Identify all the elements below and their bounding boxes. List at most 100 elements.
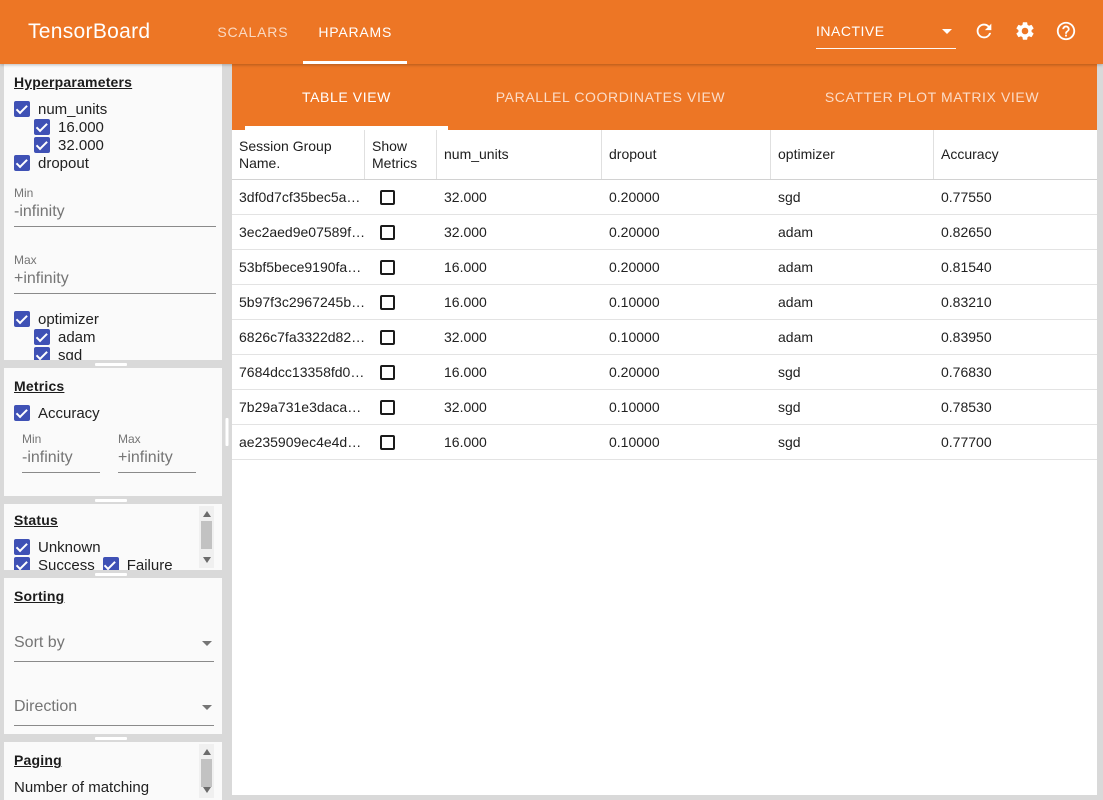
session-group-name-cell: 3df0d7cf35bec5a… bbox=[232, 189, 365, 205]
num-units-cell: 16.000 bbox=[437, 434, 602, 450]
checked-checkbox-icon[interactable] bbox=[14, 557, 30, 570]
sort-by-select[interactable]: Sort by bbox=[14, 634, 214, 662]
hparam-num-units-value-16[interactable]: 16.000 bbox=[30, 118, 214, 136]
direction-select[interactable]: Direction bbox=[14, 698, 214, 726]
num-units-cell: 16.000 bbox=[437, 294, 602, 310]
divider-drag-handle[interactable] bbox=[95, 737, 127, 740]
dropout-cell: 0.10000 bbox=[602, 399, 771, 415]
metric-accuracy[interactable]: Accuracy bbox=[10, 404, 214, 422]
checked-checkbox-icon[interactable] bbox=[34, 119, 50, 135]
status-failure[interactable]: Failure bbox=[99, 556, 173, 570]
table-row: 5b97f3c2967245b… 16.000 0.10000 adam 0.8… bbox=[232, 285, 1097, 320]
splitter-drag-handle[interactable] bbox=[226, 418, 229, 446]
checked-checkbox-icon[interactable] bbox=[34, 137, 50, 153]
settings-gear-icon[interactable] bbox=[1014, 20, 1038, 44]
show-metrics-checkbox[interactable] bbox=[380, 225, 395, 240]
divider-drag-handle[interactable] bbox=[95, 499, 127, 502]
chevron-down-icon bbox=[202, 641, 212, 646]
checked-checkbox-icon[interactable] bbox=[14, 155, 30, 171]
help-icon[interactable] bbox=[1055, 20, 1079, 44]
show-metrics-cell bbox=[365, 295, 437, 310]
hparam-value-label: sgd bbox=[58, 347, 82, 361]
tab-parallel-coordinates-view[interactable]: PARALLEL COORDINATES VIEW bbox=[448, 64, 773, 130]
status-unknown[interactable]: Unknown bbox=[10, 538, 101, 556]
show-metrics-checkbox[interactable] bbox=[380, 435, 395, 450]
pane-divider bbox=[0, 496, 222, 504]
status-label: Failure bbox=[127, 557, 173, 571]
status-heading: Status bbox=[14, 512, 214, 528]
hparam-num-units-value-32[interactable]: 32.000 bbox=[30, 136, 214, 154]
scroll-down-icon[interactable] bbox=[203, 557, 211, 563]
tab-hparams[interactable]: HPARAMS bbox=[303, 0, 407, 64]
hyperparameters-pane: Hyperparameters num_units 16.000 32.000 … bbox=[4, 64, 222, 360]
column-header-show-metrics: Show Metrics bbox=[365, 130, 437, 179]
show-metrics-cell bbox=[365, 435, 437, 450]
tab-scalars[interactable]: SCALARS bbox=[202, 0, 303, 64]
show-metrics-checkbox[interactable] bbox=[380, 295, 395, 310]
dropout-max-field: Max +infinity bbox=[14, 253, 216, 294]
checked-checkbox-icon[interactable] bbox=[14, 539, 30, 555]
show-metrics-checkbox[interactable] bbox=[380, 330, 395, 345]
status-options: Unknown Success Failure Running bbox=[10, 538, 186, 570]
refresh-icon[interactable] bbox=[973, 20, 997, 44]
tab-scatter-plot-matrix-view[interactable]: SCATTER PLOT MATRIX VIEW bbox=[773, 64, 1091, 130]
table-row: 7b29a731e3daca… 32.000 0.10000 sgd 0.785… bbox=[232, 390, 1097, 425]
reload-status-select[interactable]: INACTIVE bbox=[816, 23, 956, 49]
column-header-session-group-name: Session Group Name. bbox=[232, 130, 365, 179]
show-metrics-checkbox[interactable] bbox=[380, 400, 395, 415]
status-success[interactable]: Success bbox=[10, 556, 95, 570]
accuracy-cell: 0.77700 bbox=[934, 434, 1097, 450]
content-area: Hyperparameters num_units 16.000 32.000 … bbox=[0, 64, 1103, 800]
metric-label: Accuracy bbox=[38, 405, 100, 422]
show-metrics-checkbox[interactable] bbox=[380, 190, 395, 205]
table-row: 6826c7fa3322d82… 32.000 0.10000 adam 0.8… bbox=[232, 320, 1097, 355]
tab-table-view[interactable]: TABLE VIEW bbox=[245, 64, 448, 130]
show-metrics-checkbox[interactable] bbox=[380, 260, 395, 275]
sidebar-splitter bbox=[222, 64, 232, 800]
num-units-cell: 32.000 bbox=[437, 329, 602, 345]
hparam-dropout[interactable]: dropout bbox=[10, 154, 214, 172]
min-input[interactable]: -infinity bbox=[22, 446, 100, 473]
paging-scrollbar[interactable] bbox=[199, 744, 214, 798]
pane-divider bbox=[0, 360, 222, 368]
session-group-name-cell: 6826c7fa3322d82… bbox=[232, 329, 365, 345]
status-label: Success bbox=[38, 557, 95, 571]
optimizer-cell: sgd bbox=[771, 364, 934, 380]
scrollbar-thumb[interactable] bbox=[201, 521, 212, 549]
show-metrics-checkbox[interactable] bbox=[380, 365, 395, 380]
checked-checkbox-icon[interactable] bbox=[14, 405, 30, 421]
checked-checkbox-icon[interactable] bbox=[14, 311, 30, 327]
hparam-optimizer-value-sgd[interactable]: sgd bbox=[30, 346, 214, 360]
min-input[interactable]: -infinity bbox=[14, 200, 216, 227]
divider-drag-handle[interactable] bbox=[95, 363, 127, 366]
checked-checkbox-icon[interactable] bbox=[34, 347, 50, 360]
accuracy-cell: 0.81540 bbox=[934, 259, 1097, 275]
hparam-optimizer-value-adam[interactable]: adam bbox=[30, 328, 214, 346]
hparam-optimizer[interactable]: optimizer bbox=[10, 310, 214, 328]
hparam-num-units[interactable]: num_units bbox=[10, 100, 214, 118]
status-label: Unknown bbox=[38, 539, 101, 556]
table-row: 3ec2aed9e07589f… 32.000 0.20000 adam 0.8… bbox=[232, 215, 1097, 250]
session-group-name-cell: ae235909ec4e4d… bbox=[232, 434, 365, 450]
metrics-heading: Metrics bbox=[14, 378, 214, 394]
checked-checkbox-icon[interactable] bbox=[103, 557, 119, 570]
num-units-cell: 16.000 bbox=[437, 364, 602, 380]
max-input[interactable]: +infinity bbox=[118, 446, 196, 473]
dropout-cell: 0.20000 bbox=[602, 259, 771, 275]
show-metrics-cell bbox=[365, 330, 437, 345]
column-header-accuracy: Accuracy bbox=[934, 130, 1097, 179]
scrollbar-thumb[interactable] bbox=[201, 759, 212, 787]
divider-drag-handle[interactable] bbox=[95, 573, 127, 576]
session-group-name-cell: 7684dcc13358fd0… bbox=[232, 364, 365, 380]
top-toolbar: TensorBoard SCALARS HPARAMS INACTIVE bbox=[0, 0, 1103, 64]
scroll-down-icon[interactable] bbox=[203, 787, 211, 793]
scroll-up-icon[interactable] bbox=[203, 749, 211, 755]
status-scrollbar[interactable] bbox=[199, 506, 214, 568]
column-header-dropout: dropout bbox=[602, 130, 771, 179]
accuracy-cell: 0.82650 bbox=[934, 224, 1097, 240]
max-input[interactable]: +infinity bbox=[14, 267, 216, 294]
checked-checkbox-icon[interactable] bbox=[34, 329, 50, 345]
scroll-up-icon[interactable] bbox=[203, 511, 211, 517]
checked-checkbox-icon[interactable] bbox=[14, 101, 30, 117]
dropout-cell: 0.10000 bbox=[602, 434, 771, 450]
